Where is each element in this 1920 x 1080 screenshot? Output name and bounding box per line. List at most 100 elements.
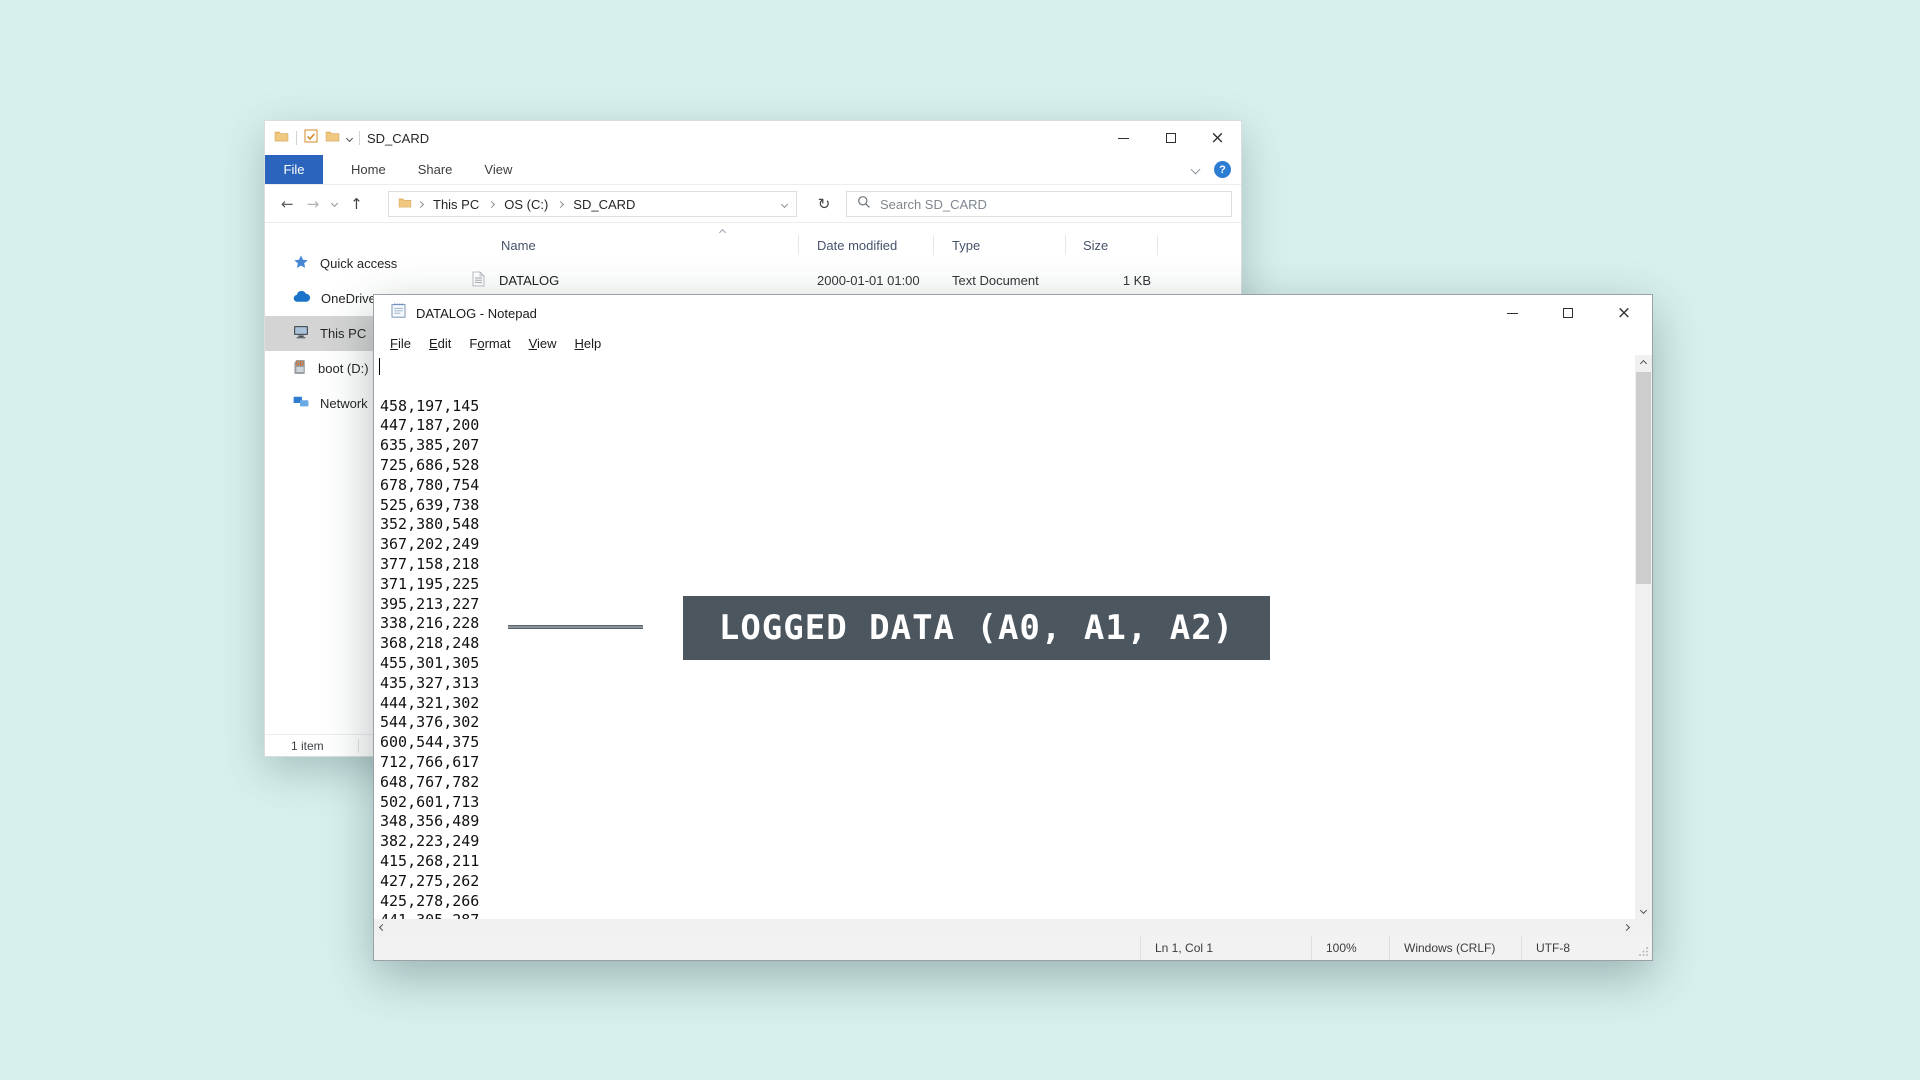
sidebar-item-quick-access[interactable]: Quick access bbox=[265, 246, 460, 281]
text-line: 415,268,211 bbox=[380, 852, 1635, 872]
file-type: Text Document bbox=[934, 273, 1066, 288]
address-dropdown-chevron-icon[interactable] bbox=[781, 200, 788, 207]
cursor-position: Ln 1, Col 1 bbox=[1140, 936, 1311, 960]
scroll-up-icon[interactable] bbox=[1635, 355, 1652, 372]
window-title: SD_CARD bbox=[367, 131, 429, 146]
menu-help[interactable]: Help bbox=[566, 336, 611, 351]
sidebar-item-label: This PC bbox=[320, 326, 366, 341]
sidebar-item-label: Quick access bbox=[320, 256, 397, 271]
divider bbox=[359, 131, 360, 145]
explorer-titlebar: SD_CARD × bbox=[265, 121, 1241, 155]
vertical-scrollbar-thumb[interactable] bbox=[1636, 372, 1651, 584]
scroll-down-icon[interactable] bbox=[1635, 902, 1652, 919]
scroll-right-icon[interactable] bbox=[1618, 919, 1635, 936]
horizontal-scrollbar[interactable] bbox=[374, 919, 1635, 936]
close-button[interactable]: × bbox=[1194, 121, 1241, 155]
computer-icon bbox=[293, 325, 309, 342]
minimize-icon bbox=[1118, 138, 1129, 139]
text-line: 425,278,266 bbox=[380, 892, 1635, 912]
search-box bbox=[846, 191, 1232, 217]
sidebar-item-label: Network bbox=[320, 396, 368, 411]
text-line: 725,686,528 bbox=[380, 456, 1635, 476]
annotation-label: LOGGED DATA (A0, A1, A2) bbox=[683, 596, 1270, 660]
breadcrumb-folder-icon bbox=[398, 195, 412, 213]
navigation-bar: ← → ↑ This PC OS (C:) SD_CARD ↻ bbox=[265, 185, 1241, 223]
new-folder-icon[interactable] bbox=[325, 129, 340, 147]
text-line: 678,780,754 bbox=[380, 476, 1635, 496]
minimize-icon bbox=[1507, 313, 1518, 314]
maximize-icon bbox=[1563, 308, 1573, 318]
expand-ribbon-chevron-icon[interactable] bbox=[1191, 165, 1201, 175]
text-line: 441,305,287 bbox=[380, 911, 1635, 919]
properties-check-icon[interactable] bbox=[304, 129, 318, 148]
help-icon[interactable]: ? bbox=[1214, 161, 1231, 178]
breadcrumb-sd-card[interactable]: SD_CARD bbox=[569, 197, 639, 212]
forward-icon: → bbox=[307, 195, 320, 213]
text-line: 648,767,782 bbox=[380, 773, 1635, 793]
svg-text:SD: SD bbox=[295, 361, 304, 368]
file-row-datalog[interactable]: DATALOG 2000-01-01 01:00 Text Document 1… bbox=[460, 266, 1241, 294]
maximize-button[interactable] bbox=[1540, 295, 1596, 331]
star-icon bbox=[293, 254, 309, 273]
recent-locations-chevron-icon[interactable] bbox=[331, 200, 338, 207]
divider bbox=[296, 131, 297, 145]
annotation-callout-line bbox=[508, 625, 643, 629]
breadcrumb-chevron-icon bbox=[488, 200, 495, 207]
menu-edit[interactable]: Edit bbox=[420, 336, 460, 351]
text-line: 371,195,225 bbox=[380, 575, 1635, 595]
close-button[interactable]: × bbox=[1596, 295, 1652, 331]
column-header-size[interactable]: Size bbox=[1066, 235, 1158, 255]
text-line: 525,639,738 bbox=[380, 496, 1635, 516]
customize-qat-chevron-icon[interactable] bbox=[346, 134, 353, 141]
encoding: UTF-8 bbox=[1521, 936, 1632, 960]
notepad-titlebar: DATALOG - Notepad × bbox=[374, 295, 1652, 331]
tab-home[interactable]: Home bbox=[335, 155, 402, 184]
minimize-button[interactable] bbox=[1484, 295, 1540, 331]
text-line: 444,321,302 bbox=[380, 694, 1635, 714]
scroll-left-icon[interactable] bbox=[374, 919, 391, 936]
menu-format[interactable]: Format bbox=[460, 336, 519, 351]
column-header-date-modified[interactable]: Date modified bbox=[799, 235, 934, 255]
text-document-icon bbox=[472, 271, 485, 290]
refresh-icon[interactable]: ↻ bbox=[811, 191, 837, 217]
column-headers: Name Date modified Type Size bbox=[460, 230, 1241, 260]
line-ending: Windows (CRLF) bbox=[1389, 936, 1521, 960]
up-icon[interactable]: ↑ bbox=[350, 195, 363, 213]
item-count: 1 item bbox=[291, 739, 324, 753]
column-header-name[interactable]: Name bbox=[460, 235, 799, 255]
maximize-button[interactable] bbox=[1147, 121, 1194, 155]
search-input[interactable] bbox=[880, 197, 1221, 212]
notepad-app-icon bbox=[390, 302, 407, 324]
notepad-statusbar: Ln 1, Col 1 100% Windows (CRLF) UTF-8 bbox=[374, 936, 1652, 960]
text-line: 352,380,548 bbox=[380, 515, 1635, 535]
tab-share[interactable]: Share bbox=[402, 155, 469, 184]
tab-view[interactable]: View bbox=[468, 155, 528, 184]
file-size: 1 KB bbox=[1066, 273, 1158, 288]
minimize-button[interactable] bbox=[1100, 121, 1147, 155]
search-icon bbox=[857, 195, 871, 214]
vertical-scrollbar[interactable] bbox=[1635, 355, 1652, 919]
cloud-icon bbox=[293, 291, 310, 306]
address-bar[interactable]: This PC OS (C:) SD_CARD bbox=[388, 191, 797, 217]
zoom-level: 100% bbox=[1311, 936, 1389, 960]
text-line: 382,223,249 bbox=[380, 832, 1635, 852]
quick-access-toolbar bbox=[274, 129, 360, 148]
menu-file[interactable]: File bbox=[381, 336, 420, 351]
desktop: SD_CARD × File Home Share View ? ← → ↑ bbox=[0, 0, 1920, 1080]
divider bbox=[358, 739, 359, 753]
network-icon bbox=[293, 396, 309, 411]
window-controls: × bbox=[1100, 121, 1241, 155]
resize-grip-icon[interactable] bbox=[1632, 936, 1652, 960]
text-line: 367,202,249 bbox=[380, 535, 1635, 555]
window-controls: × bbox=[1484, 295, 1652, 331]
tab-file[interactable]: File bbox=[265, 155, 323, 184]
text-line: 635,385,207 bbox=[380, 436, 1635, 456]
breadcrumb-this-pc[interactable]: This PC bbox=[429, 197, 483, 212]
breadcrumb-os-c[interactable]: OS (C:) bbox=[500, 197, 552, 212]
column-header-type[interactable]: Type bbox=[934, 235, 1066, 255]
menu-view[interactable]: View bbox=[520, 336, 566, 351]
close-icon: × bbox=[1210, 130, 1224, 147]
notepad-menubar: File Edit Format View Help bbox=[374, 331, 1652, 355]
back-icon[interactable]: ← bbox=[281, 195, 294, 213]
text-line: 447,187,200 bbox=[380, 416, 1635, 436]
